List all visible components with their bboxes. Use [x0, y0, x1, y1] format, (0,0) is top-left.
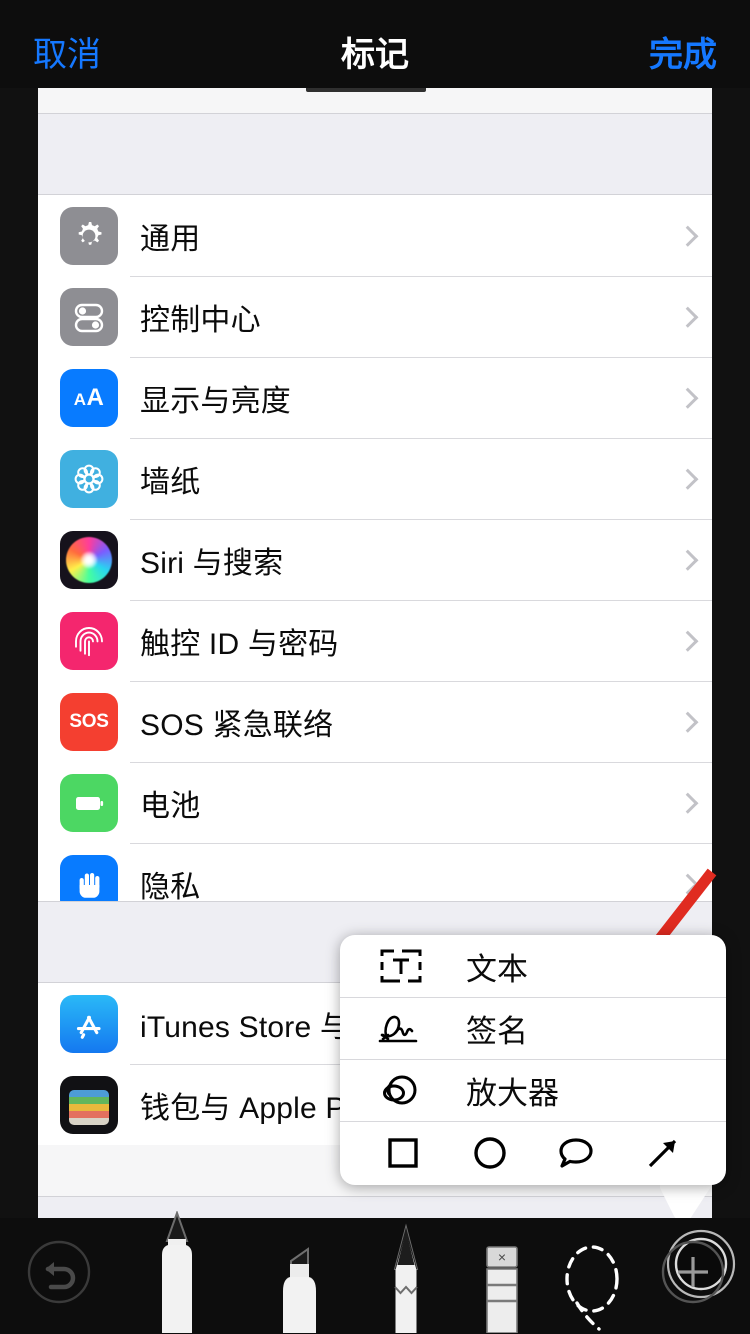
popup-item-magnifier[interactable]: 放大器: [340, 1059, 726, 1121]
wallpaper-icon: [60, 449, 118, 508]
popup-item-label: 签名: [466, 1013, 528, 1049]
chevron-right-icon: [677, 873, 699, 895]
chevron-right-icon: [677, 306, 699, 328]
section-gap-top: [38, 113, 712, 195]
eraser-tool[interactable]: ×: [478, 1241, 526, 1334]
settings-row-label: iTunes Store 与: [140, 1010, 351, 1044]
settings-row-label: Siri 与搜索: [140, 546, 284, 580]
chevron-right-icon: [677, 549, 699, 571]
eraser-badge: ×: [498, 1249, 506, 1265]
chevron-right-icon: [677, 225, 699, 247]
text-box-icon: [374, 946, 428, 986]
page-title: 标记: [341, 36, 409, 74]
circle-shape-icon[interactable]: [460, 1130, 520, 1176]
settings-row-display[interactable]: AA 显示与亮度: [38, 357, 712, 438]
speech-bubble-shape-icon[interactable]: [546, 1130, 606, 1176]
settings-row-label: 控制中心: [140, 303, 261, 337]
signature-icon: [374, 1008, 428, 1048]
settings-row-touch-id[interactable]: 触控 ID 与密码: [38, 600, 712, 681]
pencil-tool[interactable]: [380, 1223, 432, 1334]
chevron-right-icon: [677, 387, 699, 409]
settings-row-label: 隐私: [140, 870, 201, 904]
popup-shape-row: [340, 1121, 726, 1185]
section-gap-bottom: [38, 1196, 712, 1218]
settings-row-general[interactable]: 通用: [38, 195, 712, 276]
markup-screen: 取消 标记 完成 通用 控制中心 AA 显示与亮度 墙纸 Siri 与搜索 触控…: [0, 0, 750, 1334]
settings-row-label: 显示与亮度: [140, 384, 291, 418]
settings-row-battery[interactable]: 电池: [38, 762, 712, 843]
settings-row-label: 墙纸: [140, 465, 201, 499]
clipped-title-fragment: [306, 88, 426, 92]
done-button[interactable]: 完成: [649, 27, 717, 76]
settings-row-label: 钱包与 Apple P: [140, 1091, 346, 1125]
chevron-right-icon: [677, 468, 699, 490]
chevron-right-icon: [677, 711, 699, 733]
popup-item-label: 文本: [466, 951, 528, 987]
settings-row-label: 电池: [140, 789, 201, 823]
settings-row-sos[interactable]: SOS SOS 紧急联络: [38, 681, 712, 762]
fingerprint-icon: [60, 611, 118, 670]
settings-row-label: SOS 紧急联络: [140, 708, 334, 742]
gear-icon: [60, 206, 118, 265]
chevron-right-icon: [677, 630, 699, 652]
sos-icon: SOS: [60, 692, 118, 751]
aa-text-icon: AA: [60, 368, 118, 427]
settings-row-siri[interactable]: Siri 与搜索: [38, 519, 712, 600]
pen-tool[interactable]: [148, 1210, 206, 1334]
chevron-right-icon: [677, 792, 699, 814]
add-button[interactable]: [654, 1233, 732, 1316]
highlighter-tool[interactable]: [270, 1235, 326, 1334]
popup-item-label: 放大器: [466, 1075, 559, 1111]
markup-toolbar: ×: [0, 1210, 750, 1334]
popup-item-signature[interactable]: 签名: [340, 997, 726, 1059]
markup-add-popup[interactable]: 文本 签名 放大器: [340, 935, 726, 1185]
popup-item-text[interactable]: 文本: [340, 935, 726, 997]
app-store-icon: [60, 994, 118, 1053]
settings-row-label: 触控 ID 与密码: [140, 627, 339, 661]
settings-row-control-center[interactable]: 控制中心: [38, 276, 712, 357]
toggles-icon: [60, 287, 118, 346]
battery-icon: [60, 773, 118, 832]
arrow-shape-icon[interactable]: [633, 1130, 693, 1176]
markup-top-bar: 取消 标记 完成: [0, 0, 750, 88]
settings-row-label: 通用: [140, 222, 201, 256]
lasso-tool[interactable]: [560, 1233, 626, 1334]
undo-button[interactable]: [22, 1235, 96, 1314]
siri-orb-icon: [60, 530, 118, 589]
wallet-icon: [60, 1075, 118, 1134]
settings-row-wallpaper[interactable]: 墙纸: [38, 438, 712, 519]
square-shape-icon[interactable]: [373, 1130, 433, 1176]
settings-group-one: 通用 控制中心 AA 显示与亮度 墙纸 Siri 与搜索 触控 ID 与密码 S…: [38, 195, 712, 924]
magnifier-icon: [374, 1069, 428, 1111]
